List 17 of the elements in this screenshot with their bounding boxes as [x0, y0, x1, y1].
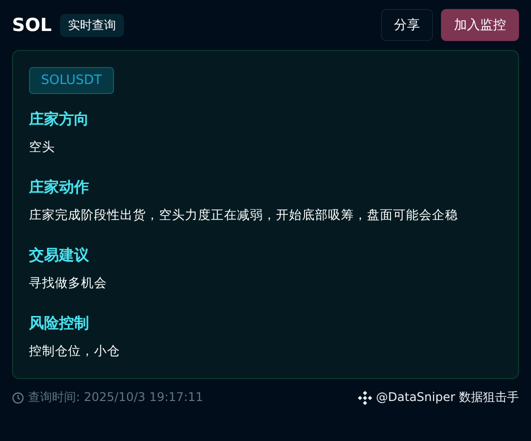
share-button[interactable]: 分享	[381, 9, 433, 41]
pair-tag: SOLUSDT	[29, 67, 114, 94]
clock-icon	[12, 392, 24, 404]
brand-text: @DataSniper 数据狙击手	[376, 389, 519, 406]
query-time: 查询时间: 2025/10/3 19:17:11	[28, 389, 204, 406]
diamond-logo-icon	[358, 390, 372, 404]
section-text: 控制仓位，小仓	[29, 343, 120, 360]
section-title: 庄家方向	[29, 110, 89, 129]
section-text: 庄家完成阶段性出货，空头力度正在减弱，开始底部吸筹，盘面可能会企稳	[29, 207, 458, 224]
section-title: 交易建议	[29, 246, 89, 265]
section-title: 风险控制	[29, 314, 89, 333]
status-badge: 实时查询	[60, 14, 124, 36]
add-watch-button[interactable]: 加入监控	[441, 9, 519, 41]
section-text: 寻找做多机会	[29, 275, 107, 292]
symbol-title: SOL	[12, 14, 52, 36]
section-text: 空头	[29, 139, 55, 156]
section-title: 庄家动作	[29, 178, 89, 197]
